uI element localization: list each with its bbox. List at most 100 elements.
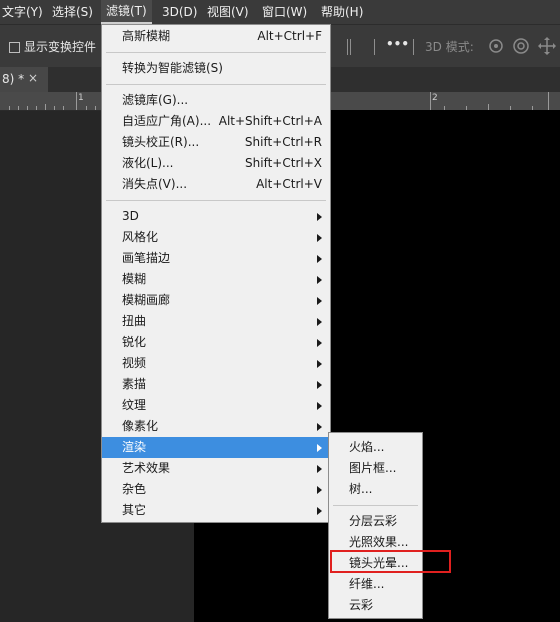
menu-item-label: 图片框... <box>349 461 397 475</box>
menu-item-fibers[interactable]: 纤维... <box>329 574 422 595</box>
filter-menu: 高斯模糊 Alt+Ctrl+F 转换为智能滤镜(S) 滤镜库(G)... 自适应… <box>101 24 331 523</box>
menu-item-distort[interactable]: 扭曲 <box>102 311 330 332</box>
menu-item-video[interactable]: 视频 <box>102 353 330 374</box>
orbit-3d-icon[interactable] <box>486 37 506 55</box>
menu-item-brush-strokes[interactable]: 画笔描边 <box>102 248 330 269</box>
menu-item-blur[interactable]: 模糊 <box>102 269 330 290</box>
menu-item-label: 素描 <box>122 377 147 391</box>
submenu-arrow-icon <box>317 255 322 263</box>
menu-view[interactable]: 视图(V) <box>202 0 254 24</box>
submenu-arrow-icon <box>317 444 322 452</box>
menu-item-label: 艺术效果 <box>122 461 171 475</box>
menu-item-sketch[interactable]: 素描 <box>102 374 330 395</box>
menu-item-label: 其它 <box>122 503 147 517</box>
submenu-arrow-icon <box>317 318 322 326</box>
menu-filter[interactable]: 滤镜(T) <box>101 0 152 24</box>
menu-item-label: 高斯模糊 <box>122 29 171 43</box>
menu-item-gaussian-blur[interactable]: 高斯模糊 Alt+Ctrl+F <box>102 26 330 47</box>
submenu-arrow-icon <box>317 423 322 431</box>
submenu-arrow-icon <box>317 234 322 242</box>
ruler-tick <box>45 104 46 110</box>
ruler-label: 1 <box>78 93 84 103</box>
menu-item-picture-frame[interactable]: 图片框... <box>329 458 422 479</box>
menu-item-label: 视频 <box>122 356 147 370</box>
lens-flare-highlight-box <box>330 550 451 573</box>
close-icon[interactable]: × <box>28 71 38 85</box>
menu-item-label: 云彩 <box>349 598 374 612</box>
menu-item-label: 消失点(V)... <box>122 177 188 191</box>
menu-item-label: 像素化 <box>122 419 159 433</box>
menu-text[interactable]: 文字(Y) <box>0 0 48 24</box>
separator <box>413 39 414 55</box>
ruler-tick <box>95 106 96 110</box>
menu-item-flame[interactable]: 火焰... <box>329 437 422 458</box>
menu-item-texture[interactable]: 纹理 <box>102 395 330 416</box>
more-options-icon[interactable]: ••• <box>386 37 409 51</box>
menu-item-label: 模糊 <box>122 272 147 286</box>
submenu-arrow-icon <box>317 213 322 221</box>
submenu-arrow-icon <box>317 507 322 515</box>
menu-select[interactable]: 选择(S) <box>47 0 98 24</box>
menu-item-label: 转换为智能滤镜(S) <box>122 61 223 75</box>
menu-item-label: 自适应广角(A)... <box>122 114 212 128</box>
menu-item-filter-gallery[interactable]: 滤镜库(G)... <box>102 90 330 111</box>
ruler-tick <box>548 92 549 110</box>
menu-item-difference-clouds[interactable]: 分层云彩 <box>329 511 422 532</box>
ruler-tick <box>27 106 28 110</box>
menu-item-label: 液化(L)... <box>122 156 174 170</box>
menu-item-convert-smart-filter[interactable]: 转换为智能滤镜(S) <box>102 58 330 79</box>
submenu-arrow-icon <box>317 402 322 410</box>
menu-item-label: 渲染 <box>122 440 147 454</box>
show-transform-checkbox[interactable] <box>9 42 20 53</box>
submenu-arrow-icon <box>317 465 322 473</box>
menu-item-label: 镜头校正(R)... <box>122 135 200 149</box>
submenu-arrow-icon <box>317 486 322 494</box>
ruler-label: 2 <box>432 93 438 103</box>
menu-separator <box>333 505 418 506</box>
pan-3d-icon[interactable] <box>537 36 557 56</box>
separator <box>347 39 348 55</box>
menu-item-artistic[interactable]: 艺术效果 <box>102 458 330 479</box>
menu-help[interactable]: 帮助(H) <box>316 0 368 24</box>
menu-item-lens-correction[interactable]: 镜头校正(R)... Shift+Ctrl+R <box>102 132 330 153</box>
ruler-tick <box>36 106 37 110</box>
document-tab-title: 8) * <box>2 72 25 86</box>
submenu-arrow-icon <box>317 297 322 305</box>
menu-item-sharpen[interactable]: 锐化 <box>102 332 330 353</box>
menu-item-liquify[interactable]: 液化(L)... Shift+Ctrl+X <box>102 153 330 174</box>
menu-item-shortcut: Alt+Ctrl+F <box>257 29 322 43</box>
submenu-arrow-icon <box>317 276 322 284</box>
menu-item-render[interactable]: 渲染 <box>102 437 330 458</box>
menu-item-label: 模糊画廊 <box>122 293 171 307</box>
menu-item-clouds[interactable]: 云彩 <box>329 595 422 616</box>
menu-item-label: 画笔描边 <box>122 251 171 265</box>
render-submenu: 火焰... 图片框... 树... 分层云彩 光照效果... 镜头光晕... 纤… <box>328 432 423 619</box>
ruler-tick <box>54 106 55 110</box>
menu-item-adaptive-wide-angle[interactable]: 自适应广角(A)... Alt+Shift+Ctrl+A <box>102 111 330 132</box>
menu-separator <box>106 84 326 85</box>
menu-item-label: 树... <box>349 482 373 496</box>
document-tab[interactable]: 8) * × <box>0 67 48 92</box>
menu-item-pixelate[interactable]: 像素化 <box>102 416 330 437</box>
menu-window[interactable]: 窗口(W) <box>257 0 312 24</box>
menu-item-shortcut: Shift+Ctrl+X <box>245 156 322 170</box>
submenu-arrow-icon <box>317 360 322 368</box>
menu-item-label: 滤镜库(G)... <box>122 93 189 107</box>
menu-item-other[interactable]: 其它 <box>102 500 330 521</box>
separator <box>350 39 351 55</box>
menu-item-vanishing-point[interactable]: 消失点(V)... Alt+Ctrl+V <box>102 174 330 195</box>
menu-item-blur-gallery[interactable]: 模糊画廊 <box>102 290 330 311</box>
menu-separator <box>106 200 326 201</box>
menu-item-shortcut: Alt+Ctrl+V <box>256 177 322 191</box>
menu-item-stylize[interactable]: 风格化 <box>102 227 330 248</box>
menu-item-label: 扭曲 <box>122 314 147 328</box>
menu-3d[interactable]: 3D(D) <box>157 0 202 24</box>
ruler-tick <box>86 106 87 110</box>
ruler-tick <box>9 106 10 110</box>
menu-item-tree[interactable]: 树... <box>329 479 422 500</box>
roll-3d-icon[interactable] <box>512 37 530 55</box>
menu-item-shortcut: Shift+Ctrl+R <box>244 135 322 149</box>
menu-item-noise[interactable]: 杂色 <box>102 479 330 500</box>
menu-bar: 文字(Y) 选择(S) 滤镜(T) 3D(D) 视图(V) 窗口(W) 帮助(H… <box>0 0 560 24</box>
menu-item-3d[interactable]: 3D <box>102 206 330 227</box>
